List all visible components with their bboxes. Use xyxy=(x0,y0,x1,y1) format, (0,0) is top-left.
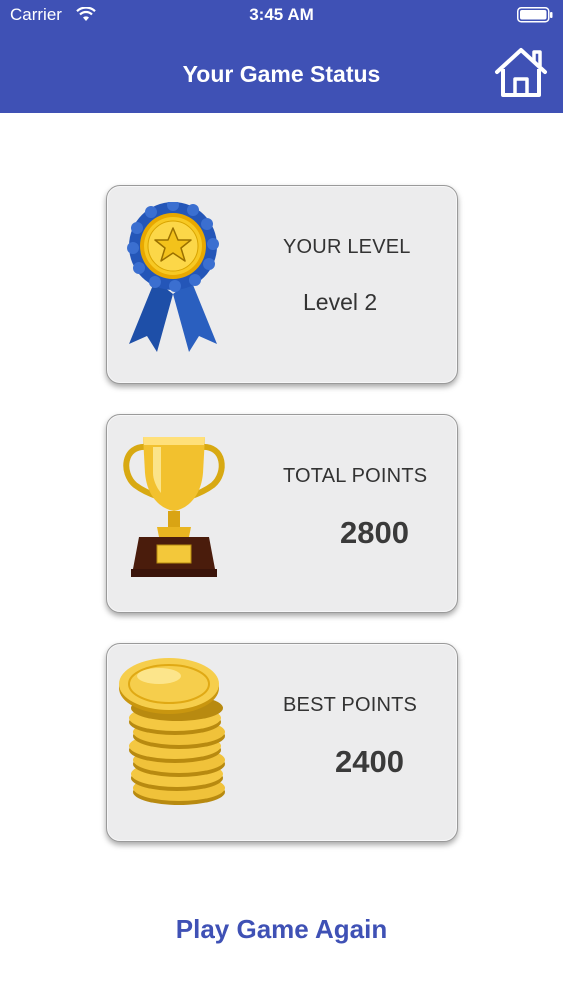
play-again-button[interactable]: Play Game Again xyxy=(0,914,563,945)
app-header: Carrier 3:45 AM Your Game Status xyxy=(0,0,563,113)
best-points-label: BEST POINTS xyxy=(283,694,418,716)
level-label: YOUR LEVEL xyxy=(283,236,411,258)
status-bar: Carrier 3:45 AM xyxy=(0,0,563,32)
home-icon[interactable] xyxy=(493,47,549,99)
ribbon-icon xyxy=(121,199,225,357)
total-points-card: TOTAL POINTS 2800 xyxy=(106,414,458,613)
page-title: Your Game Status xyxy=(182,61,381,87)
trophy-icon xyxy=(117,433,231,586)
level-card: YOUR LEVEL Level 2 xyxy=(106,185,458,384)
best-points-card: BEST POINTS 2400 xyxy=(106,643,458,842)
best-points-value: 2400 xyxy=(335,744,404,779)
battery-icon xyxy=(517,7,553,23)
total-points-value: 2800 xyxy=(340,515,409,550)
coins-icon xyxy=(113,658,233,813)
clock: 3:45 AM xyxy=(249,5,314,24)
total-points-label: TOTAL POINTS xyxy=(283,465,428,487)
level-value: Level 2 xyxy=(303,289,378,315)
